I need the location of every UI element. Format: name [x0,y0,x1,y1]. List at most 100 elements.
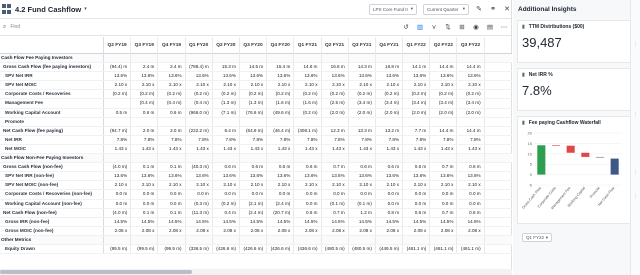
table-cell[interactable]: 0.0 m [457,199,485,208]
table-cell[interactable]: 14.5% [457,217,485,226]
table-cell[interactable] [104,117,132,126]
table-row[interactable]: Net MOIC 1.43 x 1.43 x 1.43 x 1.43 x 1.43 x 1.… [0,144,512,155]
table-cell[interactable]: 16.8 m [376,63,404,72]
table-cell[interactable]: 7.8% [186,135,213,144]
sort-icon[interactable]: ⇅ [441,23,455,31]
table-cell[interactable]: 2.08 x [376,226,404,235]
table-cell[interactable]: 0.0 m [294,190,322,199]
table-cell[interactable]: 13.6% [430,172,458,181]
table-cell[interactable]: (2.0 m) [376,108,404,117]
table-cell[interactable]: (4.0 m) [104,163,132,172]
table-row[interactable]: Working Capital Account (non-fee) 0.0 m 0.… [0,199,512,209]
table-cell[interactable]: (99.5 m) [158,244,186,254]
table-cell[interactable]: 7.8% [158,135,186,144]
table-cell[interactable]: 2.08 x [403,226,431,235]
table-cell[interactable]: 2.10 x [131,81,159,90]
table-cell[interactable] [322,154,349,163]
table-cell[interactable] [376,235,404,244]
column-header[interactable]: Q3 FY21 [349,37,376,54]
table-cell[interactable]: (3.4 m) [349,99,376,108]
table-cell[interactable] [294,54,322,63]
table-cell[interactable]: 0.6 m [376,163,404,172]
table-cell[interactable]: 2.10 x [213,81,240,90]
table-cell[interactable]: (449.5 m) [376,244,404,254]
table-cell[interactable] [403,235,431,244]
table-cell[interactable]: (1.3 m) [240,99,268,108]
table-cell[interactable]: (2.0 m) [403,108,431,117]
table-cell[interactable]: (46.4 m) [267,126,295,135]
table-cell[interactable]: (2.0 m) [457,108,485,117]
table-cell[interactable]: 13.6% [131,172,159,181]
table-cell[interactable]: (99.5 m) [104,244,132,254]
table-cell[interactable]: 0.6 m [240,163,268,172]
table-row[interactable]: SPV Net IRR 13.6% 13.6% 13.6% 13.6% 13.6% 13.6… [0,72,512,82]
table-cell[interactable]: 0.7 m [322,208,349,217]
table-cell[interactable]: 13.6% [213,72,240,81]
table-cell[interactable]: (7.1 m) [213,108,240,117]
table-cell[interactable]: 13.6% [376,172,404,181]
table-cell[interactable]: 2.10 x [294,181,322,190]
table-row[interactable]: Corporate Costs / Recoveries (non-fee) 0.… [0,190,512,200]
table-row[interactable]: Gross MOIC (non-fee) 2.08 x 2.08 x 2.08 x 2.… [0,226,512,236]
table-cell[interactable] [430,154,458,163]
table-cell[interactable] [267,54,295,63]
table-cell[interactable] [430,117,458,126]
freeze-columns-icon[interactable]: ▥ [413,23,427,31]
table-cell[interactable]: 2.10 x [240,81,268,90]
table-cell[interactable]: 2.10 x [104,81,132,90]
table-row[interactable]: Net Cash Flow (fee paying) (94.7 m) 2.0 m2… [0,126,512,136]
table-cell[interactable] [131,235,159,244]
table-cell[interactable]: 2.10 x [158,181,186,190]
table-cell[interactable]: 13.2 m [376,126,404,135]
table-cell[interactable]: 13.6% [349,72,376,81]
table-cell[interactable]: 0.4 m [213,208,240,217]
more-icon[interactable]: ⋯ [497,23,511,31]
table-cell[interactable]: 13.6% [322,172,349,181]
table-cell[interactable]: (461.1 m) [430,244,458,254]
table-cell[interactable]: 2.10 x [267,181,295,190]
table-cell[interactable]: 2.08 x [131,226,159,235]
table-row[interactable]: Management Fee (0.4 m) (0.4 m) (0.4 m) (1.3 … [0,99,512,109]
table-cell[interactable]: 13.6% [186,72,213,81]
table-cell[interactable]: (461.1 m) [457,244,485,254]
table-cell[interactable]: 13.6% [267,72,295,81]
table-cell[interactable]: (408.1 m) [294,126,322,135]
table-cell[interactable]: 13.6% [158,72,186,81]
table-cell[interactable]: (99.5 m) [131,244,159,254]
rail-tick-icon[interactable]: ⋮ [633,170,638,176]
table-cell[interactable]: 2.10 x [186,181,213,190]
table-cell[interactable]: 13.6% [457,172,485,181]
table-cell[interactable]: 14.4 m [457,63,485,72]
table-row[interactable]: Promote [0,117,512,127]
table-cell[interactable]: 0.7 m [430,163,458,172]
table-cell[interactable]: 13.6% [349,172,376,181]
table-cell[interactable]: 0.0 m [213,190,240,199]
table-cell[interactable]: 0.0 m [158,190,186,199]
table-row[interactable]: Other Metrics [0,235,512,245]
table-cell[interactable] [240,54,268,63]
table-cell[interactable]: 0.0 m [457,190,485,199]
table-cell[interactable] [430,235,458,244]
table-cell[interactable]: 13.6% [403,72,431,81]
table-cell[interactable]: (4.0 m) [104,208,132,217]
table-cell[interactable]: 0.7 m [430,208,458,217]
table-cell[interactable]: 0.6 m [267,163,295,172]
table-cell[interactable]: 0.0 m [104,199,132,208]
table-cell[interactable]: 0.1 m [158,163,186,172]
table-cell[interactable]: 0.6 m [349,163,376,172]
table-cell[interactable] [376,54,404,63]
table-cell[interactable]: 0.6 m [457,208,485,217]
table-cell[interactable]: 2.10 x [430,181,458,190]
table-cell[interactable]: 14.5% [430,217,458,226]
table-row[interactable]: SPV Net IRR (non-fee) 13.6% 13.6% 13.6% 13.6… [0,172,512,182]
table-row[interactable]: Gross Cash Flow (non-fee) (4.0 m) 0.1 m 0.1… [0,163,512,173]
table-cell[interactable]: 14.5 m [240,63,268,72]
table-cell[interactable]: 0.0 m [403,199,431,208]
table-cell[interactable]: (64.9 m) [240,126,268,135]
rail-tick-icon[interactable]: ⋮ [633,112,638,118]
table-cell[interactable]: 14.5% [186,217,213,226]
chevron-down-icon[interactable]: ▾ [84,6,87,12]
table-cell[interactable]: 2.08 x [267,226,295,235]
table-cell[interactable] [240,117,268,126]
table-cell[interactable]: 2.10 x [376,81,404,90]
